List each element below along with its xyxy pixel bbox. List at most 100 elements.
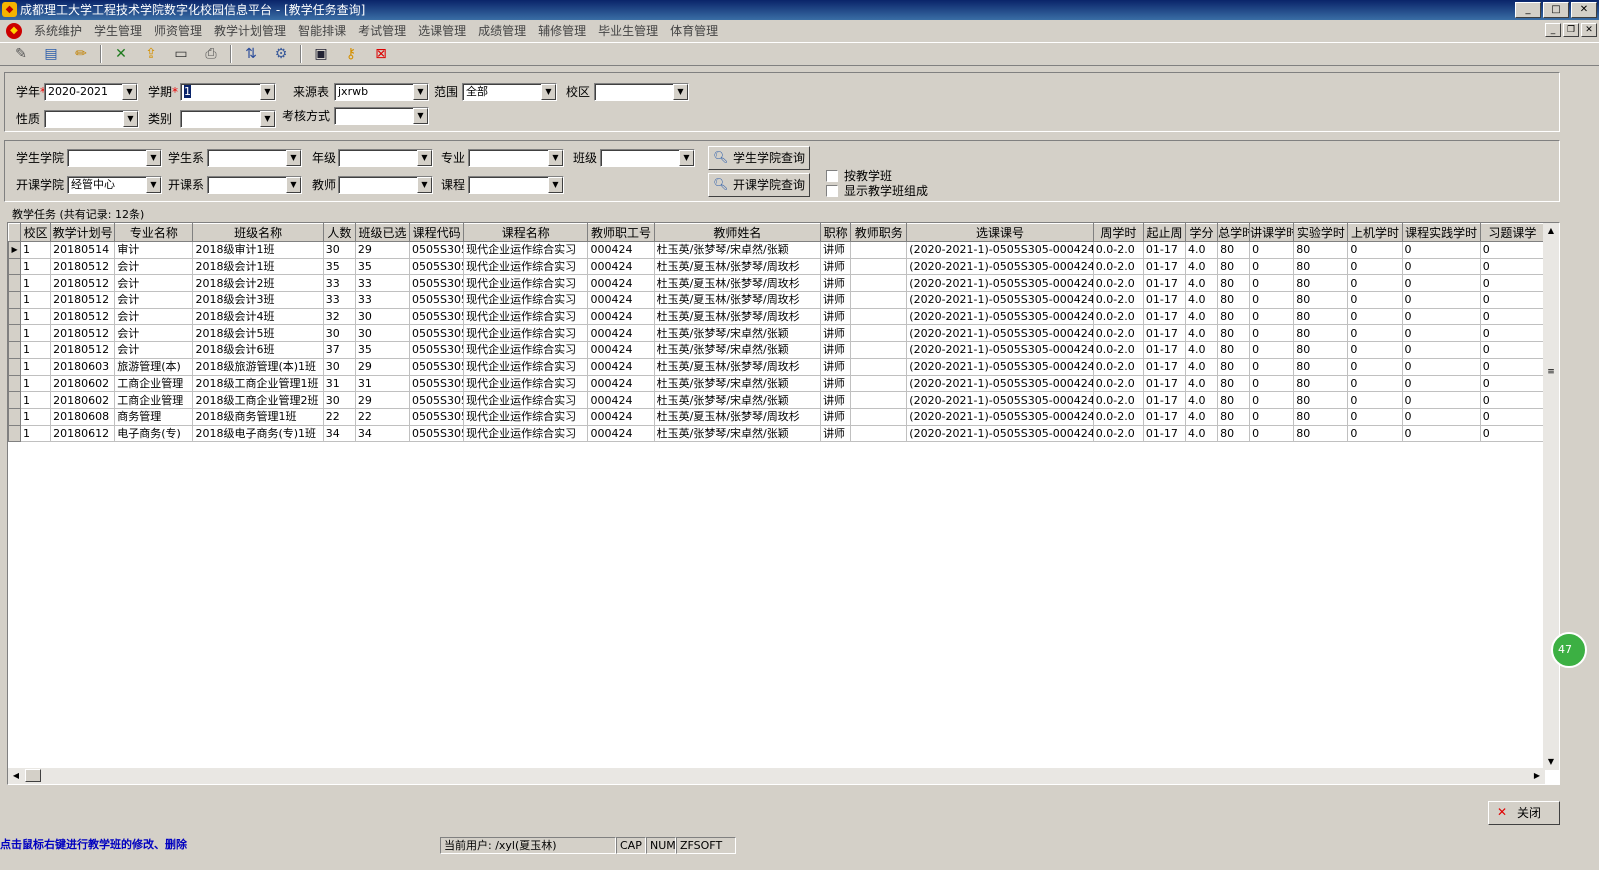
table-cell[interactable]: 现代企业运作综合实习 (463, 391, 589, 409)
table-cell[interactable]: 80 (1217, 324, 1251, 343)
menu-students[interactable]: 学生管理 (88, 21, 148, 41)
table-cell[interactable]: 讲师 (820, 391, 852, 409)
mdi-restore-button[interactable]: ❐ (1563, 23, 1579, 37)
chevron-down-icon[interactable]: ▼ (260, 111, 275, 127)
table-cell[interactable]: 0 (1347, 424, 1403, 443)
table-cell[interactable]: 80 (1217, 407, 1251, 426)
table-cell[interactable]: 22 (322, 407, 356, 426)
vertical-scrollbar[interactable]: ▲ ≡ ▼ (1543, 223, 1559, 770)
table-cell[interactable]: (2020-2021-1)-0505S305-000424-3 (906, 257, 1094, 276)
table-cell[interactable]: 0 (1347, 391, 1403, 409)
mdi-minimize-button[interactable]: _ (1545, 23, 1561, 37)
app-menu-icon[interactable]: ◆ (6, 23, 22, 39)
column-header[interactable]: 人数 (322, 223, 356, 242)
table-cell[interactable] (850, 391, 908, 409)
scroll-right-icon[interactable]: ▶ (1529, 768, 1545, 784)
table-cell[interactable]: 0 (1479, 357, 1546, 376)
column-header[interactable]: 习题课学 (1479, 223, 1546, 242)
table-cell[interactable]: 杜玉英/夏玉林/张梦琴/周玫杉 (653, 307, 822, 326)
row-indicator[interactable] (8, 391, 22, 409)
pencil-icon[interactable]: ✏ (70, 44, 92, 64)
table-row[interactable]: 1 20180602 工商企业管理 2018级工商企业管理2班 30 29 0505S305… (8, 391, 1546, 409)
table-cell[interactable]: 0.0-2.0 (1092, 291, 1144, 309)
table-cell[interactable]: 0 (1249, 391, 1295, 409)
table-cell[interactable]: 杜玉英/夏玉林/张梦琴/周玫杉 (653, 291, 822, 309)
table-cell[interactable]: 0 (1249, 407, 1295, 426)
table-cell[interactable]: 34 (354, 424, 411, 443)
table-cell[interactable]: 0 (1401, 424, 1481, 443)
table-cell[interactable]: 20180512 (50, 291, 116, 309)
table-cell[interactable]: 工商企业管理 (114, 374, 194, 393)
row-indicator[interactable] (8, 374, 22, 393)
table-cell[interactable]: 0 (1479, 241, 1546, 259)
table-cell[interactable]: 80 (1293, 274, 1349, 293)
table-cell[interactable]: 审计 (114, 241, 194, 259)
table-cell[interactable]: (2020-2021-1)-0505S305-000424-4 (906, 241, 1094, 259)
row-indicator[interactable] (8, 357, 22, 376)
table-cell[interactable]: 现代企业运作综合实习 (463, 274, 589, 293)
table-cell[interactable]: 0505S305 (409, 374, 465, 393)
table-cell[interactable]: 4.0 (1184, 241, 1219, 259)
table-cell[interactable]: 01-17 (1142, 324, 1187, 343)
close-button[interactable]: ✕ 关闭 (1488, 801, 1560, 825)
table-cell[interactable]: (2020-2021-1)-0505S305-000424-3 (906, 324, 1094, 343)
table-cell[interactable]: 80 (1293, 307, 1349, 326)
table-cell[interactable]: 80 (1293, 407, 1349, 426)
chevron-down-icon[interactable]: ▼ (122, 84, 137, 100)
table-cell[interactable]: 0 (1249, 257, 1295, 276)
chevron-down-icon[interactable]: ▼ (417, 150, 432, 166)
table-cell[interactable]: 0.0-2.0 (1092, 257, 1144, 276)
table-cell[interactable]: 0 (1347, 257, 1403, 276)
table-cell[interactable]: 01-17 (1142, 391, 1187, 409)
table-cell[interactable]: 37 (322, 341, 356, 359)
nature-select[interactable]: ▼ (44, 110, 139, 128)
table-cell[interactable]: 01-17 (1142, 357, 1187, 376)
table-cell[interactable]: 0 (1401, 341, 1481, 359)
open-college-query-button[interactable]: 🔍︎ 开课学院查询 (708, 173, 810, 197)
chevron-down-icon[interactable]: ▼ (146, 177, 161, 193)
table-cell[interactable]: 80 (1217, 391, 1251, 409)
table-cell[interactable]: 2018级会计5班 (192, 324, 324, 343)
key-icon[interactable]: ⚷ (340, 44, 362, 64)
table-cell[interactable]: 000424 (587, 391, 655, 409)
class-select[interactable]: ▼ (600, 149, 695, 167)
table-cell[interactable]: 80 (1293, 424, 1349, 443)
table-cell[interactable]: 0505S305 (409, 257, 465, 276)
table-cell[interactable]: 0.0-2.0 (1092, 341, 1144, 359)
table-cell[interactable]: 现代企业运作综合实习 (463, 407, 589, 426)
table-cell[interactable]: 杜玉英/张梦琴/宋卓然/张颖 (653, 374, 822, 393)
table-cell[interactable]: 20180612 (50, 424, 116, 443)
table-cell[interactable]: 1 (20, 341, 52, 359)
column-header[interactable]: 班级名称 (192, 223, 324, 242)
chevron-down-icon[interactable]: ▼ (286, 150, 301, 166)
table-cell[interactable]: 01-17 (1142, 257, 1187, 276)
maximize-button[interactable]: □ (1543, 2, 1569, 18)
table-cell[interactable]: 1 (20, 307, 52, 326)
minimize-button[interactable]: _ (1515, 2, 1541, 18)
category-select[interactable]: ▼ (180, 110, 276, 128)
table-cell[interactable]: 会计 (114, 341, 194, 359)
course-select[interactable]: ▼ (468, 176, 564, 194)
settings-icon[interactable]: ⚙ (270, 44, 292, 64)
table-row[interactable]: 1 20180608 商务管理 2018级商务管理1班 22 22 0505S305 现代企业… (8, 407, 1546, 426)
table-cell[interactable]: 0 (1347, 241, 1403, 259)
table-row[interactable]: 1 20180512 会计 2018级会计4班 32 30 0505S305 现代企业运作综合… (8, 307, 1546, 326)
table-cell[interactable]: 000424 (587, 341, 655, 359)
table-cell[interactable]: 4.0 (1184, 274, 1219, 293)
table-cell[interactable] (850, 341, 908, 359)
table-cell[interactable]: 0.0-2.0 (1092, 357, 1144, 376)
chevron-down-icon[interactable]: ▼ (286, 177, 301, 193)
table-cell[interactable]: 0 (1249, 341, 1295, 359)
scroll-down-icon[interactable]: ▼ (1543, 754, 1559, 770)
table-cell[interactable]: 0 (1249, 307, 1295, 326)
table-cell[interactable]: 4.0 (1184, 407, 1219, 426)
table-cell[interactable]: 0 (1249, 424, 1295, 443)
chevron-down-icon[interactable]: ▼ (413, 84, 428, 100)
table-cell[interactable]: 4.0 (1184, 424, 1219, 443)
table-cell[interactable]: 1 (20, 274, 52, 293)
table-cell[interactable]: 01-17 (1142, 274, 1187, 293)
assess-select[interactable]: ▼ (334, 107, 429, 125)
checkbox-box[interactable] (826, 170, 838, 182)
table-cell[interactable]: 1 (20, 407, 52, 426)
table-cell[interactable]: (2020-2021-1)-0505S305-000424-4 (906, 391, 1094, 409)
